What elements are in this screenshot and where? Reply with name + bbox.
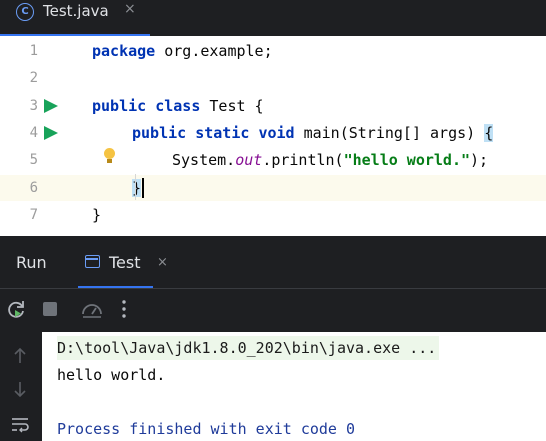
run-class-icon[interactable]: [44, 99, 58, 113]
code-line-7[interactable]: }: [92, 202, 101, 229]
call-end: );: [470, 151, 489, 169]
method-signature: main(String[] args): [294, 124, 485, 142]
line-number: 7: [29, 207, 38, 223]
profiler-icon[interactable]: [80, 297, 104, 321]
editor-tab-test-java[interactable]: C Test.java ×: [0, 0, 150, 36]
gutter-line-5: 5: [0, 147, 70, 174]
line-number: 4: [29, 125, 38, 141]
keyword: public: [132, 124, 187, 142]
gutter-line-2: 2: [0, 65, 70, 92]
keyword: class: [155, 97, 201, 115]
lightbulb-icon[interactable]: [103, 148, 117, 164]
editor-tab-bar: C Test.java ×: [0, 0, 546, 36]
scroll-up-icon[interactable]: [8, 344, 32, 368]
package-name: org.example;: [155, 42, 273, 60]
gutter-line-4: 4: [0, 120, 70, 147]
console-stdout-line: hello world.: [57, 366, 166, 384]
line-number: 3: [29, 98, 38, 114]
code-line-5[interactable]: System.out.println("hello world.");: [172, 147, 488, 174]
gutter-line-1: 1: [0, 38, 70, 65]
more-options-icon[interactable]: [112, 297, 136, 321]
scroll-down-icon[interactable]: [8, 377, 32, 401]
line-number: 2: [29, 70, 38, 86]
method-call: .println(: [262, 151, 344, 169]
code-line-1[interactable]: package org.example;: [92, 38, 273, 65]
gutter-line-3: 3: [0, 93, 70, 120]
console-icon: [85, 255, 100, 268]
gutter-line-6: 6: [0, 175, 70, 202]
run-main-icon[interactable]: [44, 126, 58, 140]
indent-guide: [135, 174, 136, 200]
code-line-6[interactable]: }: [132, 175, 142, 202]
closing-brace: }: [92, 206, 102, 224]
close-icon[interactable]: ×: [124, 1, 136, 17]
code-editor[interactable]: 1 2 3 4 5 6 7 package org.example; publi…: [0, 36, 546, 236]
run-side-toolbar: [0, 332, 42, 441]
rerun-icon[interactable]: [5, 297, 29, 321]
run-toolbar: [0, 288, 546, 332]
keyword: void: [258, 124, 295, 142]
keyword: public: [92, 97, 147, 115]
stop-icon[interactable]: [38, 297, 62, 321]
keyword: package: [92, 42, 156, 60]
line-number: 5: [29, 152, 38, 168]
class-reference: System.: [172, 151, 236, 169]
console-exit-message: Process finished with exit code 0: [57, 420, 356, 438]
class-declaration: Test {: [200, 97, 264, 115]
code-line-3[interactable]: public class Test {: [92, 93, 264, 120]
java-class-icon: C: [16, 3, 34, 21]
console-command-line[interactable]: D:\tool\Java\jdk1.8.0_202\bin\java.exe .…: [57, 336, 440, 360]
string-literal: "hello world.": [343, 151, 471, 169]
console-output[interactable]: D:\tool\Java\jdk1.8.0_202\bin\java.exe .…: [42, 332, 546, 441]
run-tab-label: Test: [109, 253, 141, 272]
code-line-4[interactable]: public static void main(String[] args) {: [132, 120, 494, 147]
run-tool-window-title: Run: [16, 253, 47, 272]
matched-brace-open: {: [484, 124, 494, 142]
matched-brace-close: }: [132, 179, 142, 197]
soft-wrap-icon[interactable]: [8, 412, 32, 436]
keyword: static: [195, 124, 250, 142]
line-number: 6: [29, 180, 38, 196]
line-number: 1: [29, 43, 38, 59]
run-tool-window-header: Run Test ×: [0, 236, 546, 288]
gutter-line-7: 7: [0, 202, 70, 229]
close-icon[interactable]: ×: [157, 255, 168, 270]
editor-tab-label: Test.java: [43, 2, 109, 20]
run-tab-test[interactable]: Test ×: [78, 236, 168, 288]
text-caret: [142, 178, 144, 198]
static-field: out: [235, 151, 263, 169]
